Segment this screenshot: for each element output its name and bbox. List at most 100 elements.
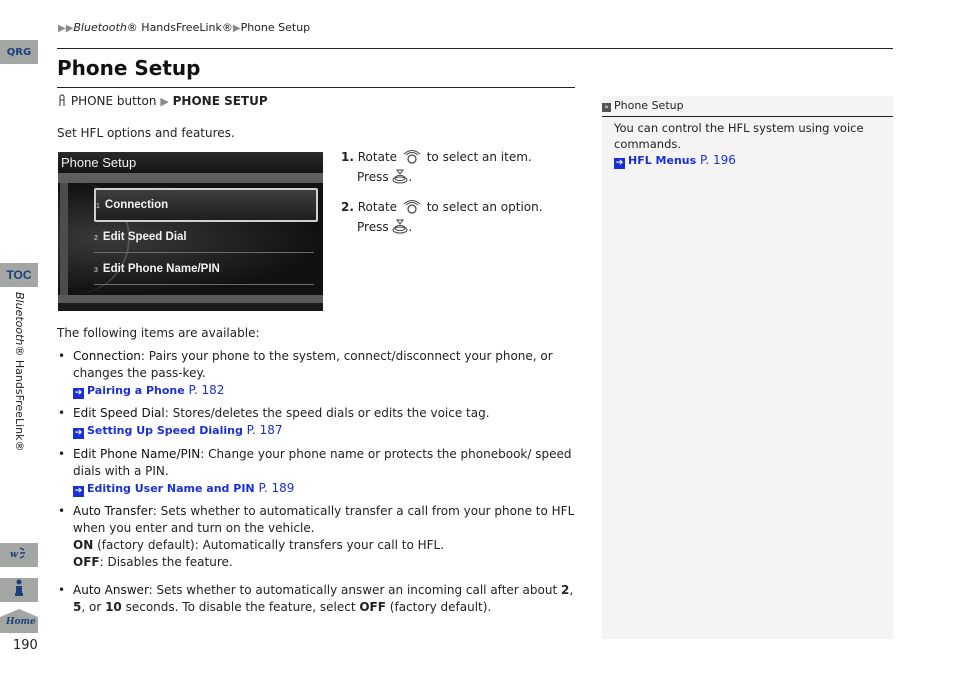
section-side-label: Bluetooth® HandsFreeLink®	[10, 292, 26, 452]
page-title: Phone Setup	[57, 56, 201, 80]
screen-item-number: 2	[94, 235, 98, 242]
menu-path-button: PHONE button	[70, 94, 157, 108]
option-off-label: OFF	[359, 600, 386, 614]
bullet: •	[58, 583, 66, 597]
menu-path: PHONE button ▶ PHONE SETUP	[57, 94, 268, 108]
note-heading: » Phone Setup	[602, 96, 893, 117]
hand-pointer-icon	[57, 94, 67, 108]
breadcrumb: ▶▶Bluetooth® HandsFreeLink®▶Phone Setup	[58, 21, 310, 34]
screen-item-label: Edit Speed Dial	[102, 231, 187, 243]
option-on-label: ON	[73, 538, 94, 552]
toc-tab[interactable]: TOC	[0, 263, 38, 287]
voice-command-tab[interactable]: w	[0, 543, 38, 567]
item-desc: : Pairs your phone to the system, connec…	[73, 349, 553, 380]
xref-arrow-icon: ➔	[73, 388, 84, 399]
screen-bottom-band	[58, 295, 323, 303]
xref-page[interactable]: P. 196	[700, 153, 736, 167]
item-desc: : Sets whether to automatically answer a…	[148, 583, 561, 597]
note-heading-label: Phone Setup	[614, 99, 684, 112]
title-divider	[57, 87, 575, 88]
bullet: •	[58, 447, 66, 461]
home-label: Home	[6, 617, 36, 627]
separator: ,	[569, 583, 574, 597]
cross-reference-link[interactable]: ➔ Setting Up Speed Dialing P. 187	[73, 422, 578, 439]
menu-path-arrow-icon: ▶	[160, 95, 169, 108]
note-body: You can control the HFL system using voi…	[614, 120, 884, 169]
separator: , or	[81, 600, 106, 614]
list-item: • Edit Phone Name/PIN: Change your phone…	[58, 446, 578, 497]
breadcrumb-part2: Phone Setup	[240, 21, 311, 34]
section-label-rest: ® HandsFreeLink®	[13, 345, 26, 452]
page-number: 190	[13, 638, 38, 653]
home-tab[interactable]: Home	[0, 609, 38, 633]
screen-band	[58, 173, 323, 183]
screen-item-label: Edit Phone Name/PIN	[102, 263, 220, 275]
item-term: Edit Speed Dial	[73, 406, 165, 420]
qrg-tab[interactable]: QRG	[0, 40, 38, 64]
xref-page[interactable]: P. 182	[189, 383, 225, 397]
header-divider	[57, 48, 893, 49]
list-item: • Connection: Pairs your phone to the sy…	[58, 348, 578, 399]
option-off-label: OFF	[73, 555, 100, 569]
step-text: to select an item.	[426, 150, 532, 164]
svg-text:w: w	[10, 550, 18, 560]
screen-scrollbar	[60, 183, 68, 295]
item-desc: seconds. To disable the feature, select	[121, 600, 360, 614]
item-desc: (factory default).	[385, 600, 492, 614]
screen-footer	[58, 303, 323, 311]
breadcrumb-arrow-icon: ▶	[232, 23, 241, 34]
screen-item-number: 1	[96, 203, 100, 210]
xref-label[interactable]: Pairing a Phone	[87, 384, 185, 397]
screen-menu-item: 1 Connection	[94, 188, 318, 222]
step-text: to select an option.	[426, 200, 543, 214]
step-text: Press	[357, 220, 389, 234]
screen-item-number: 3	[94, 267, 98, 274]
step-text: Rotate	[357, 200, 398, 214]
section-label-italic: Bluetooth	[13, 292, 26, 346]
cross-reference-link[interactable]: ➔ Pairing a Phone P. 182	[73, 382, 578, 399]
xref-page[interactable]: P. 189	[258, 481, 294, 495]
list-item: • Auto Transfer: Sets whether to automat…	[58, 503, 578, 571]
cross-reference-link[interactable]: ➔ HFL Menus P. 196	[614, 152, 884, 169]
step-text: Rotate	[357, 150, 398, 164]
voice-command-icon: w	[9, 545, 29, 565]
xref-arrow-icon: ➔	[73, 428, 84, 439]
step-1: 1. Rotate to select an item. Press .	[341, 148, 532, 189]
cross-reference-link[interactable]: ➔ Editing User Name and PIN P. 189	[73, 480, 578, 497]
rotate-knob-icon	[401, 148, 423, 169]
breadcrumb-part1-rest[interactable]: ® HandsFreeLink®	[127, 21, 233, 34]
list-item: • Auto Answer: Sets whether to automatic…	[58, 582, 578, 616]
info-index-icon	[13, 579, 25, 601]
xref-label[interactable]: Editing User Name and PIN	[87, 482, 255, 495]
item-term: Connection	[73, 349, 141, 363]
screen-menu-item: 3 Edit Phone Name/PIN	[94, 254, 314, 285]
note-text: You can control the HFL system using voi…	[614, 121, 864, 151]
step-2: 2. Rotate to select an option. Press .	[341, 198, 543, 239]
step-number: 2.	[341, 200, 354, 214]
index-tab[interactable]	[0, 578, 38, 602]
breadcrumb-part1-italic[interactable]: Bluetooth	[73, 21, 126, 34]
step-text: Press	[357, 170, 389, 184]
bullet: •	[58, 406, 66, 420]
option-off-text: : Disables the feature.	[99, 555, 233, 569]
item-desc: : Stores/deletes the speed dials or edit…	[164, 406, 490, 420]
press-knob-icon	[392, 169, 408, 189]
note-icon: »	[602, 103, 611, 112]
item-term: Auto Transfer	[73, 504, 153, 518]
menu-path-target: PHONE SETUP	[172, 94, 268, 108]
breadcrumb-arrow-icon: ▶▶	[58, 23, 74, 34]
item-term: Edit Phone Name/PIN	[73, 447, 201, 461]
screen-title: Phone Setup	[58, 152, 323, 173]
qrg-label: QRG	[6, 46, 32, 58]
list-item: • Edit Speed Dial: Stores/deletes the sp…	[58, 405, 578, 439]
note-panel: » Phone Setup You can control the HFL sys…	[602, 96, 893, 639]
xref-label[interactable]: HFL Menus	[628, 154, 696, 167]
xref-page[interactable]: P. 187	[247, 423, 283, 437]
xref-label[interactable]: Setting Up Speed Dialing	[87, 424, 243, 437]
xref-arrow-icon: ➔	[614, 158, 625, 169]
screen-item-label: Connection	[104, 199, 169, 211]
toc-label: TOC	[6, 268, 32, 282]
bullet: •	[58, 504, 66, 518]
intro-text: Set HFL options and features.	[57, 126, 235, 140]
phone-setup-screen-image: Phone Setup 1 Connection 2 Edit Speed Dial…	[58, 152, 323, 311]
